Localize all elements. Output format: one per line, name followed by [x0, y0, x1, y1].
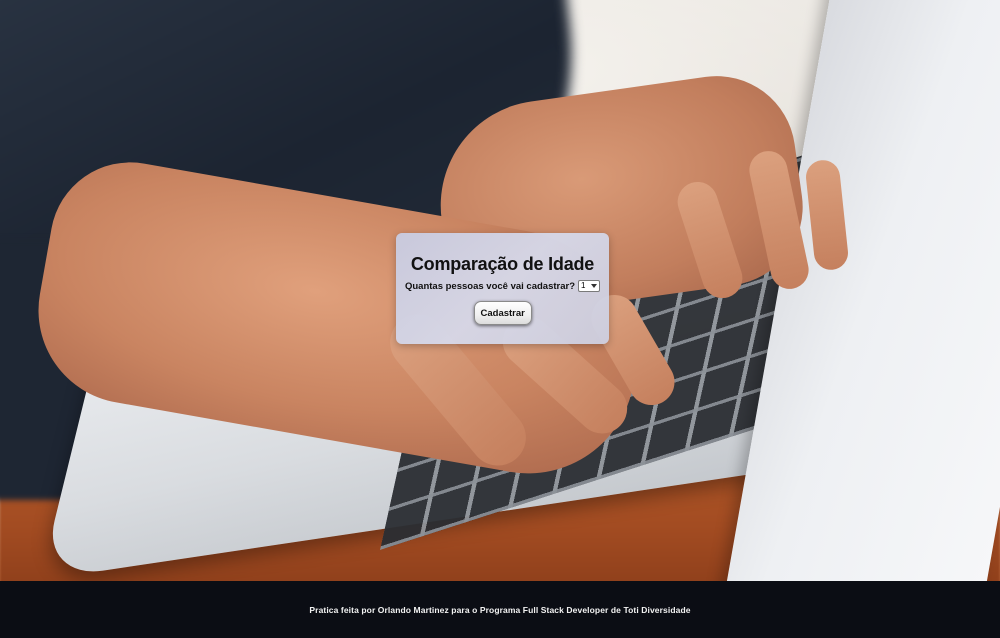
page: Comparação de Idade Quantas pessoas você…	[0, 0, 1000, 638]
register-button[interactable]: Cadastrar	[473, 301, 532, 325]
people-count-label: Quantas pessoas você vai cadastrar?	[404, 280, 576, 292]
people-count-select[interactable]: 1	[578, 280, 601, 292]
form-title: Comparação de Idade	[410, 254, 595, 274]
people-count-value: 1	[581, 281, 586, 290]
people-count-row: Quantas pessoas você vai cadastrar? 1	[396, 278, 609, 294]
footer-credit: Pratica feita por Orlando Martinez para …	[309, 604, 691, 615]
age-comparison-card: Comparação de Idade Quantas pessoas você…	[396, 233, 609, 344]
chevron-down-icon	[591, 284, 598, 288]
footer: Pratica feita por Orlando Martinez para …	[0, 581, 1000, 638]
